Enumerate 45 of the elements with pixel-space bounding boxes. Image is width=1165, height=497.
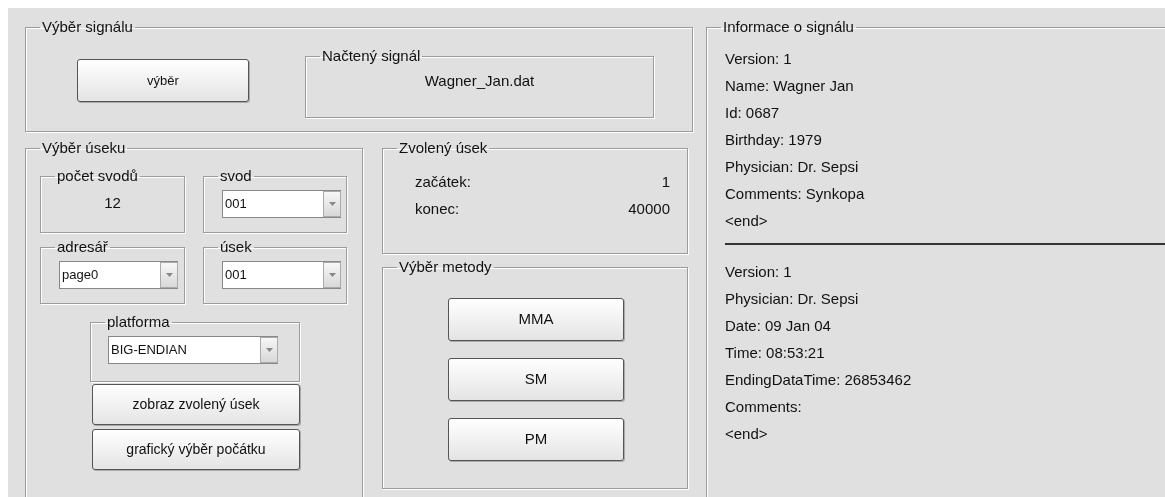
group-title: Načtený signál (321, 48, 422, 64)
info-line: Birthday: 1979 (725, 130, 823, 150)
group-title: Výběr signálu (41, 19, 134, 35)
field-value: 1 (661, 172, 670, 192)
lead-count: 12 (103, 193, 122, 213)
group-title: Zvolený úsek (398, 140, 489, 156)
info-line: Physician: Dr. Sepsi (725, 157, 860, 177)
dropdown[interactable]: BIG-ENDIAN (108, 336, 278, 364)
dropdown[interactable]: 001 (222, 261, 341, 289)
group-title: úsek (219, 239, 253, 255)
group-title: Informace o signálu (722, 19, 855, 35)
info-line: Physician: Dr. Sepsi (725, 289, 860, 309)
select-button[interactable]: výběr (77, 59, 249, 102)
info-line: Id: 0687 (725, 103, 781, 123)
info-line: Comments: (725, 397, 803, 417)
dropdown[interactable]: 001 (222, 190, 341, 218)
info-line: Time: 08:53:21 (725, 343, 826, 363)
field-value: 40000 (628, 199, 670, 219)
method-button[interactable]: SM (448, 358, 624, 401)
caret-icon (328, 202, 336, 206)
group-title: počet svodů (56, 168, 139, 184)
caret-icon (165, 273, 173, 277)
info-line: Version: 1 (725, 262, 793, 282)
method-button[interactable]: PM (448, 418, 624, 461)
group-title: Výběr úseku (41, 140, 127, 156)
caret-icon (328, 273, 336, 277)
info-line: Comments: Synkopa (725, 184, 866, 204)
graphic-select-button[interactable]: grafický výběr počátku (92, 429, 300, 470)
field-label: konec: (415, 199, 460, 219)
info-line: <end> (725, 211, 769, 231)
field-label: začátek: (415, 172, 471, 192)
caret-icon (265, 348, 273, 352)
method-button[interactable]: MMA (448, 298, 624, 341)
file-name: Wagner_Jan.dat (423, 71, 536, 91)
info-line: Name: Wagner Jan (725, 76, 855, 96)
group-title: platforma (106, 314, 171, 330)
group-title: svod (219, 168, 253, 184)
show-segment-button[interactable]: zobraz zvolený úsek (92, 384, 300, 425)
group-title: Výběr metody (398, 259, 493, 275)
group-title: adresář (56, 239, 109, 255)
info-line: EndingDataTime: 26853462 (725, 370, 913, 390)
info-line: Date: 09 Jan 04 (725, 316, 832, 336)
info-line: Version: 1 (725, 49, 793, 69)
dropdown[interactable]: page0 (59, 261, 178, 289)
info-line: <end> (725, 424, 769, 444)
